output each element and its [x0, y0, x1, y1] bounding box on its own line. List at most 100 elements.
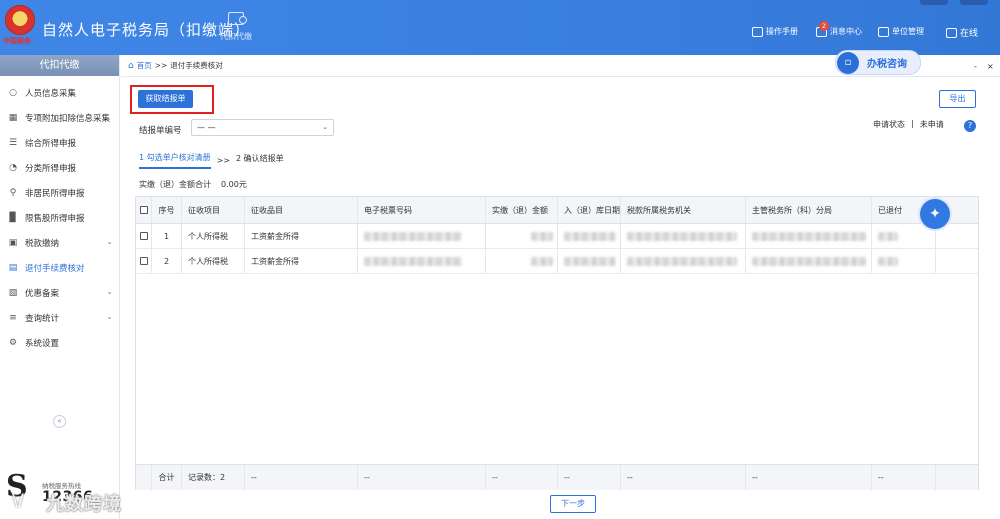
- sidebar-title: 代扣代缴: [0, 55, 119, 76]
- report-number-label: 结报单编号: [139, 126, 182, 136]
- sidebar-item-restricted-stock[interactable]: ▉ 限售股所得申报: [0, 205, 119, 230]
- status-value: 未申请: [919, 120, 944, 129]
- person-icon: ○: [9, 87, 17, 98]
- layers-icon: ☰: [8, 137, 18, 148]
- page-close-button[interactable]: ×: [987, 62, 994, 71]
- sidebar-item-label: 综合所得申报: [25, 138, 77, 149]
- sidebar-item-label: 税款缴纳: [25, 238, 60, 249]
- chevron-down-icon: ⌄: [322, 123, 328, 131]
- chevron-down-icon: ⌄: [106, 237, 113, 246]
- row-item: 个人所得税: [182, 249, 245, 273]
- table-row[interactable]: 2 个人所得税 工资薪金所得: [136, 249, 978, 274]
- logo-text: 中国税务: [3, 37, 31, 45]
- table-header: 序号 征收项目 征收品目 电子税票号码 实缴（退）金额 入（退）库日期 税款所属…: [136, 197, 978, 224]
- column-header: 电子税票号码: [358, 197, 486, 223]
- footer-placeholder: --: [245, 465, 358, 490]
- sidebar-item-fee-refund-check[interactable]: ▤ 退付手续费核对: [0, 255, 119, 280]
- title-bar: 中国税务 自然人电子税务局（扣缴端） 代扣代缴 操作手册 消息中心 2 单位管理…: [0, 0, 1000, 55]
- column-header: 主管税务所（科）分局: [746, 197, 872, 223]
- footer-record-count: 记录数：2: [182, 465, 245, 490]
- redacted-tax-authority: [621, 249, 746, 273]
- column-header: 征收项目: [182, 197, 245, 223]
- book-icon: [752, 26, 763, 37]
- amount-label: 实缴（退）金额合计: [139, 180, 211, 189]
- redacted-tax-authority: [621, 224, 746, 248]
- grid-icon: ▦: [8, 112, 18, 123]
- sidebar-item-special-deduction[interactable]: ▦ 专项附加扣除信息采集: [0, 105, 119, 130]
- search-list-icon: ≡: [9, 312, 17, 323]
- footer-total-label: 合计: [152, 465, 182, 490]
- application-status: 申请状态 | 未申请: [873, 119, 944, 130]
- redacted-amount: [486, 249, 558, 273]
- assistant-bird-icon[interactable]: ✦: [920, 199, 950, 229]
- amount-total: 实缴（退）金额合计 0.00元: [139, 179, 247, 190]
- sidebar-item-person-info[interactable]: ○ 人员信息采集: [0, 80, 119, 105]
- table-row[interactable]: 1 个人所得税 工资薪金所得: [136, 224, 978, 249]
- step-separator: >>: [216, 156, 231, 165]
- row-checkbox[interactable]: [136, 249, 152, 273]
- column-header: 入（退）库日期: [558, 197, 621, 223]
- row-item: 个人所得税: [182, 224, 245, 248]
- sidebar-item-comprehensive-income[interactable]: ☰ 综合所得申报: [0, 130, 119, 155]
- sidebar: 代扣代缴 ○ 人员信息采集 ▦ 专项附加扣除信息采集 ☰ 综合所得申报 ◔ 分类…: [0, 55, 120, 519]
- sidebar-item-label: 查询统计: [25, 313, 60, 324]
- sidebar-item-preferential-filing[interactable]: ▧ 优惠备案 ⌄: [0, 280, 119, 305]
- breadcrumb-home-link[interactable]: 首页: [137, 60, 152, 71]
- window-controls: [920, 0, 988, 5]
- step-1[interactable]: 1 勾选单户核对清册: [139, 152, 211, 169]
- chevron-down-icon: ⌄: [106, 312, 113, 321]
- online-chat-button[interactable]: 在线: [946, 26, 978, 39]
- sidebar-item-system-settings[interactable]: ⚙ 系统设置: [0, 330, 119, 355]
- bar-chart-icon: ▉: [9, 212, 17, 223]
- sidebar-item-label: 退付手续费核对: [25, 263, 85, 274]
- redacted-ticket-number: [358, 224, 486, 248]
- redacted-branch: [746, 249, 872, 273]
- sidebar-item-tax-payment[interactable]: ▣ 税款缴纳 ⌄: [0, 230, 119, 255]
- manual-button[interactable]: 操作手册: [752, 26, 798, 37]
- column-header: 序号: [152, 197, 182, 223]
- footer-spacer: [136, 465, 152, 490]
- column-header: 征收品目: [245, 197, 358, 223]
- wallet-icon: [228, 12, 247, 25]
- page-minimize-button[interactable]: -: [974, 62, 977, 71]
- module-tab-label: 代扣代缴: [220, 32, 252, 41]
- sidebar-item-categorized-income[interactable]: ◔ 分类所得申报: [0, 155, 119, 180]
- table-footer: 合计 记录数：2 -- -- -- -- -- -- --: [136, 464, 978, 490]
- sidebar-item-label: 专项附加扣除信息采集: [25, 113, 111, 124]
- tax-consult-button[interactable]: ▫ 办税咨询: [835, 50, 921, 75]
- message-center-label: 消息中心: [830, 27, 862, 36]
- module-tab-withholding[interactable]: 代扣代缴: [214, 12, 258, 42]
- home-icon: ⌂: [128, 60, 134, 71]
- sidebar-item-nonresident-income[interactable]: ⚲ 非居民所得申报: [0, 180, 119, 205]
- status-divider: |: [911, 119, 914, 128]
- sidebar-collapse-button[interactable]: «: [53, 415, 66, 428]
- select-all-checkbox[interactable]: [136, 197, 152, 223]
- column-header: 税款所属税务机关: [621, 197, 746, 223]
- fetch-report-button[interactable]: 获取结报单: [138, 90, 193, 108]
- step-2[interactable]: 2 确认结报单: [236, 153, 284, 168]
- sidebar-item-label: 系统设置: [25, 338, 60, 349]
- window-close-tab[interactable]: [960, 0, 988, 5]
- row-checkbox[interactable]: [136, 224, 152, 248]
- help-icon[interactable]: ?: [964, 120, 976, 132]
- chat-bubble-icon: ▫: [837, 51, 859, 74]
- row-spacer: [936, 224, 978, 248]
- row-subitem: 工资薪金所得: [245, 224, 358, 248]
- tax-emblem-logo: 中国税务: [3, 5, 37, 45]
- wallet-icon: ▣: [8, 237, 18, 248]
- report-number-select[interactable]: — — ⌄: [191, 119, 334, 136]
- unit-management-button[interactable]: 单位管理: [878, 26, 924, 37]
- watermark-mark: \/: [12, 490, 24, 509]
- next-step-button[interactable]: 下一步: [550, 495, 596, 513]
- export-button[interactable]: 导出: [939, 90, 976, 108]
- building-icon: [878, 26, 889, 37]
- report-number-value: — —: [197, 123, 216, 132]
- redacted-branch: [746, 224, 872, 248]
- redacted-date: [558, 249, 621, 273]
- sidebar-item-query-statistics[interactable]: ≡ 查询统计 ⌄: [0, 305, 119, 330]
- sidebar-item-label: 分类所得申报: [25, 163, 77, 174]
- footer-placeholder: --: [746, 465, 872, 490]
- pie-icon: ◔: [9, 162, 17, 173]
- online-label: 在线: [960, 29, 979, 39]
- window-minimize-tab[interactable]: [920, 0, 948, 5]
